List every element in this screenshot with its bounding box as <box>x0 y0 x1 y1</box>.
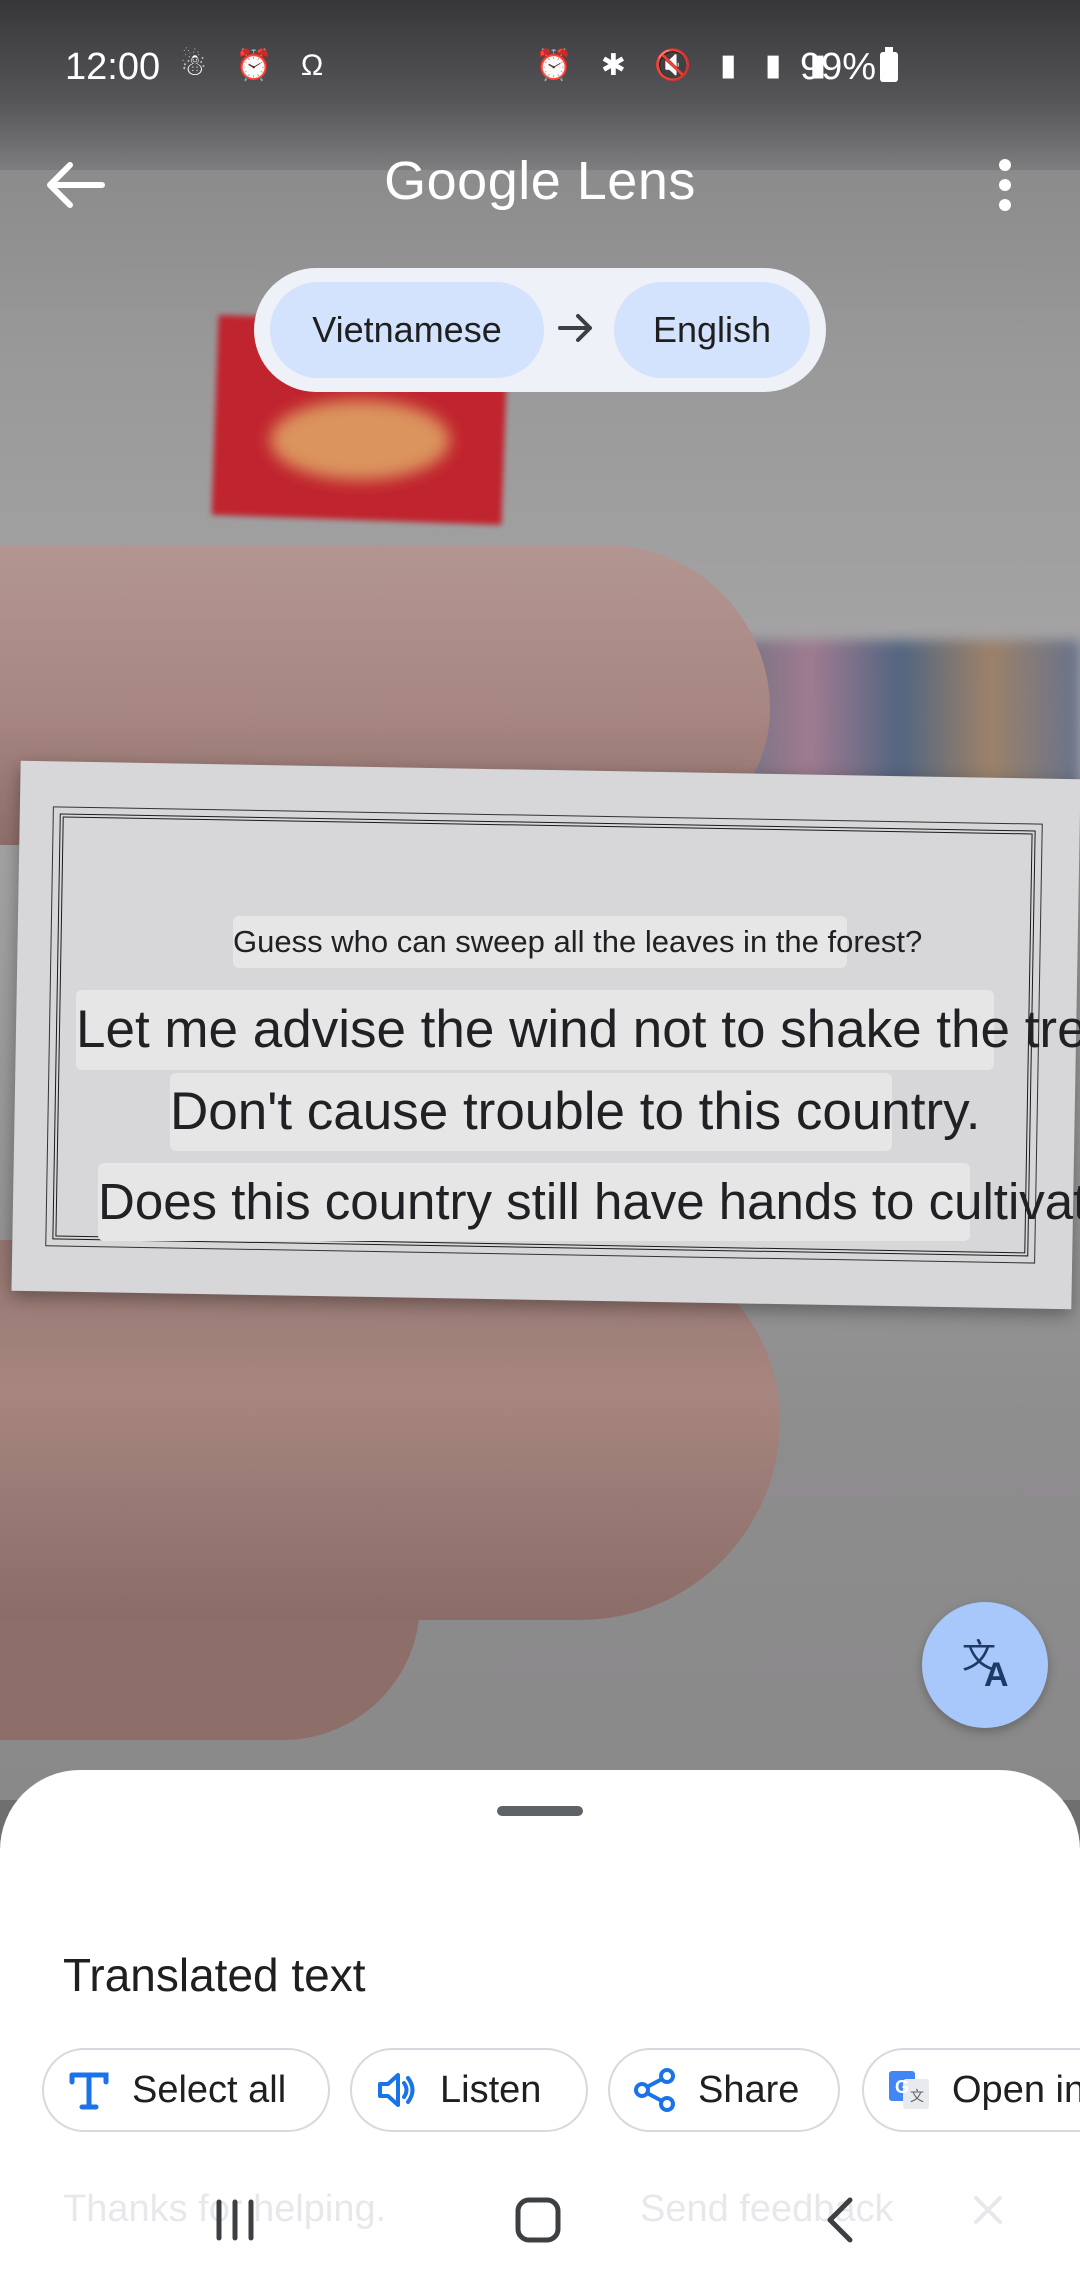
language-selector: Vietnamese English <box>254 268 826 392</box>
share-button[interactable]: Share <box>608 2048 840 2132</box>
nav-back-button[interactable] <box>812 2190 872 2250</box>
translated-line-1[interactable]: Guess who can sweep all the leaves in th… <box>233 916 922 968</box>
translated-line-3[interactable]: Don't cause trouble to this country. <box>170 1073 980 1151</box>
svg-text:文: 文 <box>910 2088 924 2104</box>
listen-label: Listen <box>440 2068 542 2111</box>
open-in-translate-button[interactable]: G 文 Open in <box>862 2048 1080 2132</box>
status-bar: 12:00 ☃ ⏰ Ω ⏰ ✱ 🔇 ▮ ▮ ▮ 99% <box>0 0 1080 130</box>
more-options-button[interactable] <box>985 155 1025 215</box>
translated-line-2[interactable]: Let me advise the wind not to shake the … <box>76 990 1080 1070</box>
sheet-title: Translated text <box>63 1949 366 2001</box>
speaker-icon <box>378 2073 415 2107</box>
target-language-chip[interactable]: English <box>614 282 810 378</box>
translate-fab[interactable]: 文 A <box>922 1602 1048 1728</box>
source-language-chip[interactable]: Vietnamese <box>270 282 544 378</box>
svg-text:A: A <box>984 1656 1009 1694</box>
recent-apps-button[interactable] <box>205 2190 265 2250</box>
svg-text:G: G <box>895 2077 909 2097</box>
share-icon <box>634 2068 675 2112</box>
chevron-left-icon <box>827 2197 853 2243</box>
arrow-right-icon <box>558 314 592 342</box>
sheet-drag-handle[interactable] <box>497 1806 583 1816</box>
text-select-icon <box>69 2072 109 2110</box>
home-button[interactable] <box>508 2190 568 2250</box>
system-navigation-bar <box>0 2160 1080 2280</box>
more-vert-icon <box>999 159 1011 211</box>
status-system-icons: ⏰ ✱ 🔇 ▮ ▮ ▮ <box>535 49 837 82</box>
app-title: Google Lens <box>384 151 696 211</box>
background-books <box>720 640 1080 790</box>
google-translate-icon: G 文 <box>889 2071 929 2109</box>
share-label: Share <box>698 2068 800 2111</box>
select-all-button[interactable]: Select all <box>42 2048 330 2132</box>
translated-line-4[interactable]: Does this country still have hands to cu… <box>98 1163 1080 1241</box>
open-in-label: Open in <box>952 2068 1080 2111</box>
status-notification-icons: ☃ ⏰ Ω <box>180 49 334 82</box>
home-icon <box>515 2197 561 2243</box>
listen-button[interactable]: Listen <box>350 2048 588 2132</box>
select-all-label: Select all <box>132 2068 287 2111</box>
recent-apps-icon <box>216 2199 254 2241</box>
background-red-box-decoration <box>270 400 450 480</box>
status-time: 12:00 <box>65 46 161 88</box>
battery-percentage: 99% <box>800 46 877 88</box>
battery-icon <box>880 47 898 82</box>
translate-icon: 文 A <box>962 1638 1009 1694</box>
